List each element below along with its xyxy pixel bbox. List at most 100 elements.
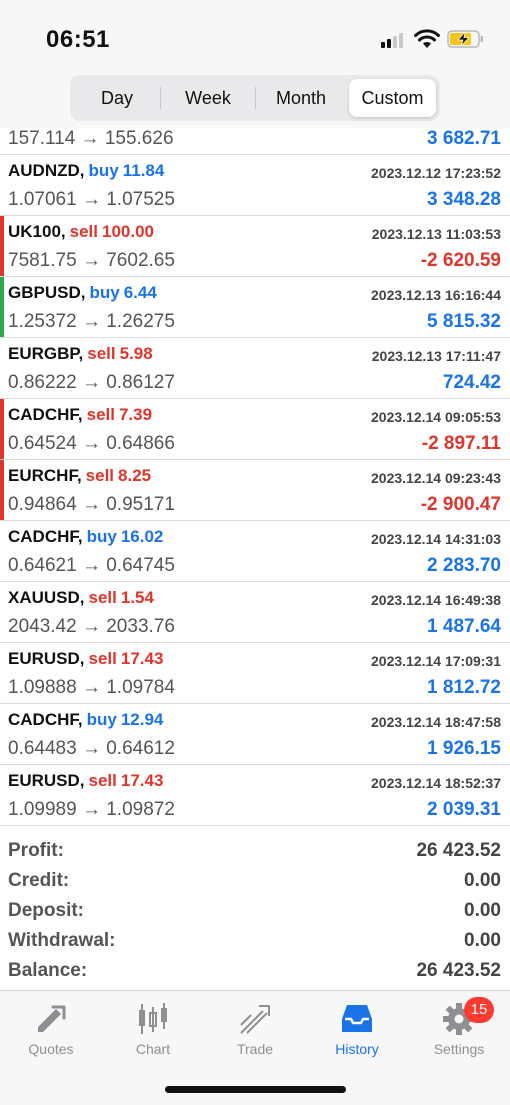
trade-symbol: EURUSD, [8,649,85,668]
trade-status-marker [0,216,4,276]
trade-symbol: EURCHF, [8,466,82,485]
trade-row[interactable]: EURGBP, sell 5.98 2023.12.13 17:11:47 0.8622… [0,338,510,399]
summary-deposit-label: Deposit: [8,900,84,921]
trade-datetime: 2023.12.13 16:16:44 [371,287,501,303]
trade-prices: 1.09989 → 1.09872 [8,799,175,820]
trade-datetime: 2023.12.14 18:47:58 [371,714,501,730]
trade-datetime: 2023.12.14 16:49:38 [371,592,501,608]
trade-row[interactable]: XAUUSD, sell 1.54 2023.12.14 16:49:38 2043.4… [0,582,510,643]
trade-symbol: EURGBP, [8,344,84,363]
trade-volume: 11.84 [122,161,165,180]
status-time: 06:51 [46,26,110,53]
trade-symbol-line: CADCHF, buy 16.02 [8,527,163,547]
tab-settings[interactable]: 15 Settings [408,991,510,1071]
trade-status-marker [0,460,4,520]
trade-prices: 0.64524 → 0.64866 [8,433,175,454]
trade-volume: 8.25 [118,466,152,485]
summary-profit: Profit: 26 423.52 [0,838,510,868]
trade-prices: 2043.42 → 2033.76 [8,616,175,637]
quotes-icon [38,1005,66,1032]
trade-symbol-line: EURGBP, sell 5.98 [8,344,153,364]
top-area: 06:51 Day Week Month Custom [0,0,510,128]
trade-datetime: 2023.12.14 14:31:03 [371,531,501,547]
trade-volume: 5.98 [119,344,153,363]
trade-volume: 100.00 [102,222,154,241]
trade-symbol-line: EURUSD, sell 17.43 [8,649,163,669]
segment-month[interactable]: Month [256,79,346,117]
tab-trade-label: Trade [236,1041,274,1057]
tab-quotes[interactable]: Quotes [0,991,102,1071]
trade-datetime: 2023.12.13 17:11:47 [371,348,501,364]
segment-custom[interactable]: Custom [349,79,436,117]
summary-deposit: Deposit: 0.00 [0,898,510,928]
trade-profit: 1 812.72 [427,677,501,698]
trade-symbol-line: XAUUSD, sell 1.54 [8,588,154,608]
trade-datetime: 2023.12.14 09:23:43 [371,470,501,486]
trade-profit: 2 039.31 [427,799,501,820]
summary-deposit-value: 0.00 [464,900,501,921]
trade-side: sell [69,222,98,241]
trade-symbol-line: AUDNZD, buy 11.84 [8,161,164,181]
trade-volume: 17.43 [120,771,164,790]
trade-row[interactable]: AUDNZD, buy 11.84 2023.12.12 17:23:52 1.0706… [0,155,510,216]
trade-row[interactable]: EURUSD, sell 17.43 2023.12.14 18:52:37 1.099… [0,765,510,826]
trade-profit: 2 283.70 [427,555,501,576]
trade-symbol: GBPUSD, [8,283,86,302]
trade-volume: 17.43 [120,649,164,668]
summary-balance: Balance: 26 423.52 [0,958,510,988]
tab-history[interactable]: History [306,991,408,1071]
tab-trade[interactable]: Trade [204,991,306,1071]
trade-side: sell [88,771,117,790]
trade-volume: 6.44 [123,283,157,302]
tab-history-label: History [335,1041,379,1057]
trade-row[interactable]: EURUSD, sell 17.43 2023.12.14 17:09:31 1.098… [0,643,510,704]
trade-volume: 7.39 [118,405,153,424]
chart-candles-icon [139,1003,167,1034]
trade-prices: 1.25372 → 1.26275 [8,311,175,332]
tab-quotes-label: Quotes [28,1041,74,1057]
trade-side: buy [86,710,117,729]
trade-prices: 157.114 → 155.626 [8,128,174,149]
trade-row[interactable]: CADCHF, buy 16.02 2023.12.14 14:31:03 0.6462… [0,521,510,582]
segment-week[interactable]: Week [162,79,254,117]
summary-credit-label: Credit: [8,870,70,891]
trade-status-marker [0,399,4,459]
trade-row[interactable]: CADCHF, buy 12.94 2023.12.14 18:47:58 0.6448… [0,704,510,765]
wifi-icon [414,29,440,48]
trade-symbol-line: EURCHF, sell 8.25 [8,466,151,486]
trade-row-partial[interactable]: 157.114 → 155.626 3 682.71 [0,128,510,155]
trade-history-list: 157.114 → 155.626 3 682.71 AUDNZD, buy 11.… [0,128,510,826]
trade-row[interactable]: CADCHF, sell 7.39 2023.12.14 09:05:53 0.6452… [0,399,510,460]
trade-side: sell [86,405,115,424]
trade-symbol-line: EURUSD, sell 17.43 [8,771,163,791]
trade-symbol: EURUSD, [8,771,85,790]
trade-symbol-line: CADCHF, sell 7.39 [8,405,152,425]
summary-withdrawal: Withdrawal: 0.00 [0,928,510,958]
trade-datetime: 2023.12.14 17:09:31 [371,653,501,669]
tab-chart[interactable]: Chart [102,991,204,1071]
settings-notification-badge: 15 [464,997,494,1023]
trade-datetime: 2023.12.13 11:03:53 [371,226,501,242]
trade-prices: 0.64621 → 0.64745 [8,555,175,576]
trade-symbol: UK100, [8,222,66,241]
trade-side: buy [86,527,117,546]
cellular-signal-icon [381,32,407,48]
trade-profit: -2 900.47 [420,494,501,515]
trade-side: sell [87,344,116,363]
summary-balance-label: Balance: [8,960,88,981]
trade-row[interactable]: EURCHF, sell 8.25 2023.12.14 09:23:43 0.9486… [0,460,510,521]
history-summary: Profit: 26 423.52 Credit: 0.00 Deposit: … [0,838,510,988]
trade-prices: 7581.75 → 7602.65 [8,250,175,271]
segment-day[interactable]: Day [74,79,160,117]
summary-credit: Credit: 0.00 [0,868,510,898]
summary-balance-value: 26 423.52 [416,960,501,981]
home-indicator[interactable] [165,1086,346,1093]
battery-charging-icon [447,30,483,48]
trade-row[interactable]: GBPUSD, buy 6.44 2023.12.13 16:16:44 1.25372… [0,277,510,338]
trade-datetime: 2023.12.12 17:23:52 [371,165,501,181]
trade-prices: 1.09888 → 1.09784 [8,677,175,698]
trade-profit: -2 620.59 [420,250,501,271]
trade-row[interactable]: UK100, sell 100.00 2023.12.13 11:03:53 7581.… [0,216,510,277]
tab-settings-label: Settings [433,1041,485,1057]
trade-symbol-line: UK100, sell 100.00 [8,222,154,242]
